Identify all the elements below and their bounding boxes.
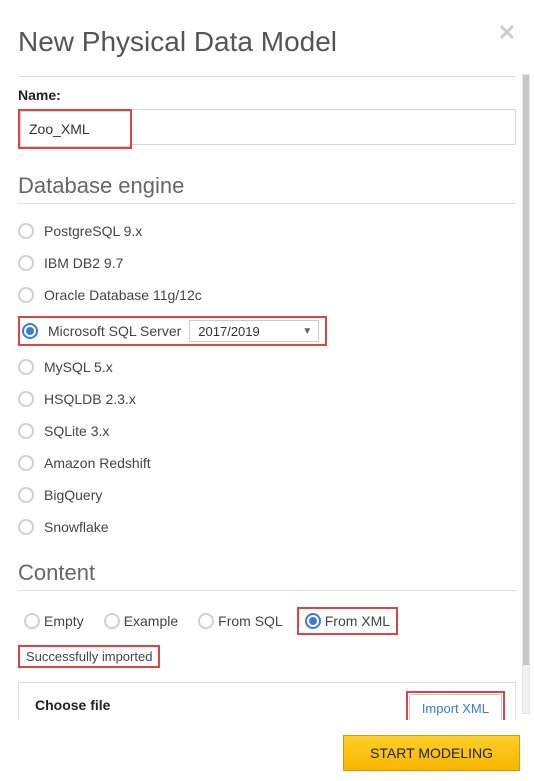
name-input-ext[interactable] <box>132 109 516 145</box>
dialog-title: New Physical Data Model <box>18 26 516 58</box>
engine-option-label: MySQL 5.x <box>44 359 113 375</box>
radio-icon <box>104 613 120 629</box>
engine-option-redshift[interactable]: Amazon Redshift <box>18 452 516 474</box>
radio-icon <box>24 613 40 629</box>
scrollbar-thumb[interactable] <box>523 75 529 665</box>
engine-option-postgresql[interactable]: PostgreSQL 9.x <box>18 220 516 242</box>
engine-option-label: BigQuery <box>44 487 102 503</box>
radio-icon <box>18 455 34 471</box>
engine-option-label: Amazon Redshift <box>44 455 151 471</box>
radio-icon <box>22 323 38 339</box>
content-option-empty[interactable]: Empty <box>18 609 90 633</box>
content-section-title: Content <box>18 560 516 586</box>
content-option-label: Empty <box>44 613 84 629</box>
mssql-version-select[interactable]: 2017/2019 ▼ <box>189 320 319 342</box>
engine-option-label: Snowflake <box>44 519 109 535</box>
content-option-from-xml[interactable]: From XML <box>297 607 398 635</box>
mssql-version-value: 2017/2019 <box>198 324 259 339</box>
engine-option-oracle[interactable]: Oracle Database 11g/12c <box>18 284 516 306</box>
divider <box>18 590 516 591</box>
radio-icon <box>18 223 34 239</box>
engine-section-title: Database engine <box>18 173 516 199</box>
radio-icon <box>18 359 34 375</box>
radio-icon <box>18 287 34 303</box>
divider <box>18 203 516 204</box>
engine-option-label: Microsoft SQL Server <box>48 323 181 339</box>
name-label: Name: <box>18 87 516 103</box>
engine-option-label: IBM DB2 9.7 <box>44 255 123 271</box>
scrollbar[interactable] <box>522 74 530 714</box>
radio-icon <box>18 255 34 271</box>
engine-option-sqlite[interactable]: SQLite 3.x <box>18 420 516 442</box>
import-xml-button[interactable]: Import XML <box>409 694 502 720</box>
content-option-from-sql[interactable]: From SQL <box>192 609 289 633</box>
engine-option-snowflake[interactable]: Snowflake <box>18 516 516 538</box>
content-radio-group: Empty Example From SQL From XML <box>18 607 516 635</box>
divider <box>18 76 516 77</box>
radio-icon <box>18 391 34 407</box>
content-option-example[interactable]: Example <box>98 609 184 633</box>
radio-icon <box>18 519 34 535</box>
engine-option-bigquery[interactable]: BigQuery <box>18 484 516 506</box>
radio-icon <box>198 613 214 629</box>
content-option-label: From XML <box>325 613 390 629</box>
engine-option-label: HSQLDB 2.3.x <box>44 391 136 407</box>
import-status: Successfully imported <box>18 645 160 668</box>
radio-icon <box>305 613 321 629</box>
radio-icon <box>18 423 34 439</box>
start-modeling-button[interactable]: START MODELING <box>343 735 520 771</box>
engine-option-label: SQLite 3.x <box>44 423 109 439</box>
close-icon[interactable]: ✕ <box>498 20 516 46</box>
chevron-down-icon: ▼ <box>302 326 312 337</box>
engine-option-mysql[interactable]: MySQL 5.x <box>18 356 516 378</box>
content-option-label: Example <box>124 613 178 629</box>
name-input[interactable] <box>20 111 130 147</box>
engine-option-hsqldb[interactable]: HSQLDB 2.3.x <box>18 388 516 410</box>
engine-radio-group: PostgreSQL 9.x IBM DB2 9.7 Oracle Databa… <box>18 220 516 538</box>
engine-option-label: Oracle Database 11g/12c <box>44 287 202 303</box>
engine-option-mssql[interactable]: Microsoft SQL Server 2017/2019 ▼ <box>22 320 319 342</box>
file-panel: Choose file Choose File outModel.xml Imp… <box>18 682 516 720</box>
engine-option-db2[interactable]: IBM DB2 9.7 <box>18 252 516 274</box>
engine-option-label: PostgreSQL 9.x <box>44 223 142 239</box>
content-option-label: From SQL <box>218 613 283 629</box>
radio-icon <box>18 487 34 503</box>
